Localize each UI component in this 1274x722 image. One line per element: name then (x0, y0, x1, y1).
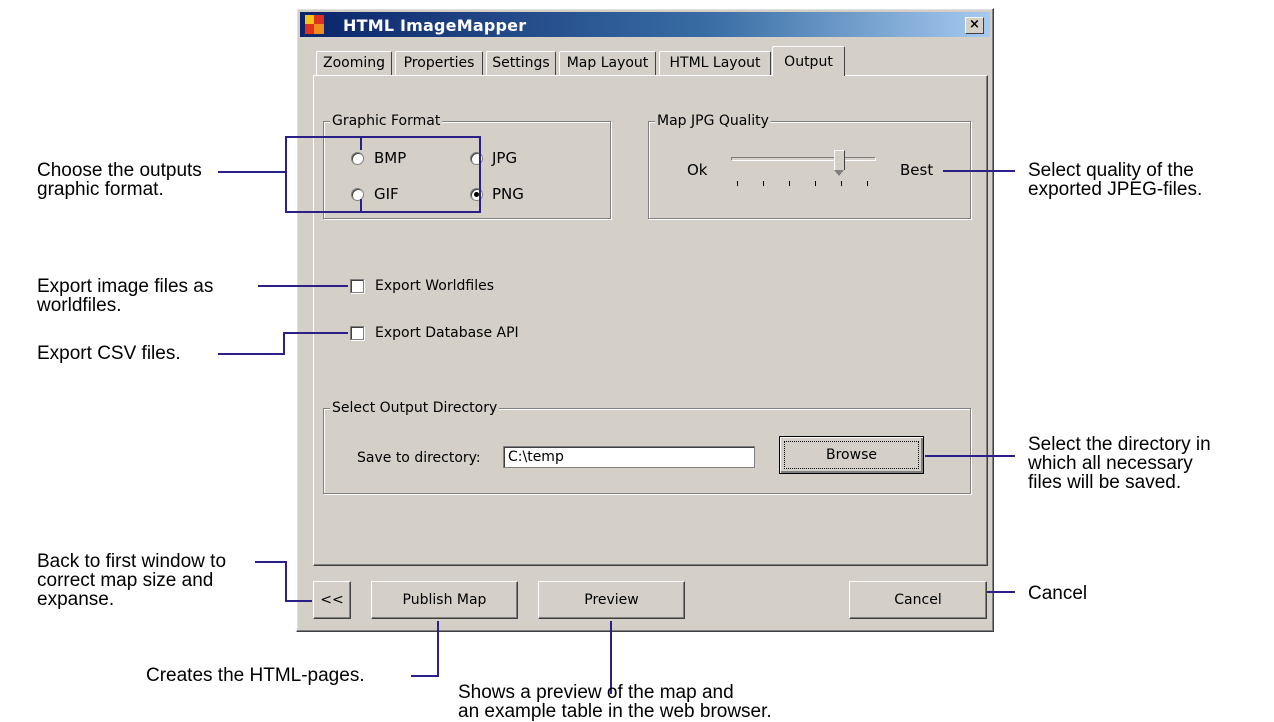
annotation-worldfiles: Export image files as worldfiles. (37, 276, 214, 316)
annotation-preview: Shows a preview of the map and an exampl… (458, 682, 772, 722)
slider-tick (737, 181, 738, 186)
slider-tick (867, 181, 868, 186)
annotation-directory: Select the directory in which all necess… (1028, 434, 1211, 493)
window-title: HTML ImageMapper (343, 16, 527, 35)
output-directory-label: Select Output Directory (330, 400, 500, 416)
annotation-graphic-format: Choose the outputs graphic format. (37, 160, 202, 200)
radio-jpg[interactable] (470, 152, 483, 165)
browse-button[interactable]: Browse (779, 436, 924, 474)
annotation-quality: Select quality of the exported JPEG-file… (1028, 160, 1203, 200)
radio-jpg-label: JPG (492, 149, 518, 167)
slider-tick (763, 181, 764, 186)
publish-map-button[interactable]: Publish Map (371, 581, 518, 619)
jpg-quality-label: Map JPG Quality (655, 113, 771, 129)
radio-bmp[interactable] (351, 152, 364, 165)
slider-tick (841, 181, 842, 186)
annotation-publish: Creates the HTML-pages. (146, 665, 365, 686)
annotation-cancel: Cancel (1028, 583, 1088, 604)
radio-gif[interactable] (351, 188, 364, 201)
tab-properties[interactable]: Properties (395, 51, 483, 75)
tab-zooming[interactable]: Zooming (316, 51, 392, 75)
cancel-button[interactable]: Cancel (849, 581, 987, 619)
quality-min-label: Ok (687, 161, 708, 179)
preview-button[interactable]: Preview (538, 581, 685, 619)
radio-png[interactable] (470, 188, 483, 201)
tab-settings[interactable]: Settings (486, 51, 556, 75)
export-worldfiles-label: Export Worldfiles (375, 278, 495, 294)
tab-output[interactable]: Output (772, 46, 845, 76)
quality-slider-thumb[interactable] (834, 150, 845, 176)
export-worldfiles-checkbox[interactable] (350, 279, 364, 293)
save-directory-label: Save to directory: (357, 450, 481, 466)
directory-input[interactable]: C:\temp (503, 446, 755, 468)
app-icon (305, 15, 324, 34)
title-bar[interactable]: HTML ImageMapper × (300, 12, 990, 37)
browse-focus-rect (784, 441, 919, 469)
tab-map-layout[interactable]: Map Layout (559, 51, 656, 75)
annotation-back: Back to first window to correct map size… (37, 551, 227, 610)
radio-gif-label: GIF (374, 185, 399, 203)
close-icon[interactable]: × (965, 17, 984, 34)
slider-tick (815, 181, 816, 186)
annotation-csv: Export CSV files. (37, 343, 181, 364)
radio-png-label: PNG (492, 185, 524, 203)
tab-html-layout[interactable]: HTML Layout (659, 51, 771, 75)
slider-tick (789, 181, 790, 186)
export-database-api-label: Export Database API (375, 325, 519, 341)
graphic-format-group: Graphic Format (323, 113, 611, 219)
back-button[interactable]: << (313, 581, 351, 619)
graphic-format-label: Graphic Format (330, 113, 443, 129)
radio-bmp-label: BMP (374, 149, 407, 167)
quality-slider-track[interactable] (731, 157, 876, 161)
quality-max-label: Best (900, 161, 934, 179)
export-database-api-checkbox[interactable] (350, 326, 364, 340)
